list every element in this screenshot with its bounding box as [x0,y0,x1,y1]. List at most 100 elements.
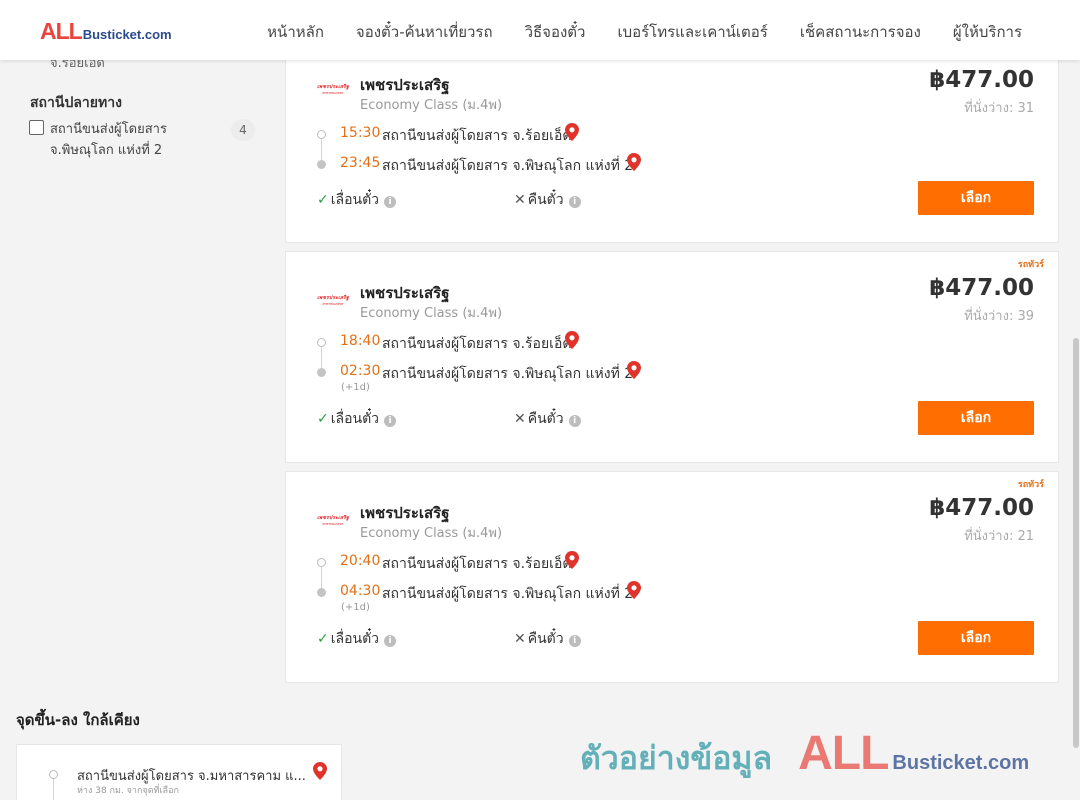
page-scrollbar[interactable] [1072,60,1080,800]
bus-class: Economy Class (ม.4พ) [360,306,503,321]
info-icon[interactable]: i [568,635,581,647]
site-logo[interactable]: ALL Busticket.com [40,18,172,45]
ticket-price: ฿477.00 [929,495,1034,521]
refund-ticket-feature: ✕ คืนตั๋ว i [514,408,581,430]
change-ticket-label: เลื่อนตั๋ว [330,411,380,427]
bus-class: Economy Class (ม.4พ) [360,526,503,541]
arrival-station: สถานีขนส่งผู้โดยสาร จ.พิษณุโลก แห่งที่ 2 [382,586,634,602]
watermark-logo-all: ALL [798,727,889,780]
scrollbar-thumb[interactable] [1073,338,1079,748]
map-pin-icon[interactable] [565,123,579,141]
map-pin-icon[interactable] [313,762,327,780]
nearby-stops-title: จุดขึ้น-ลง ใกล้เคียง [16,711,140,729]
route-timeline-line [321,347,322,369]
sample-data-watermark: ตัวอย่างข้อมูล ALL Busticket.com [580,726,1029,784]
departure-dot [317,130,326,139]
route-timeline-line [321,567,322,589]
logo-all-text: ALL [40,18,83,44]
cross-icon: ✕ [514,411,526,427]
destination-option-label[interactable]: สถานีขนส่งผู้โดยสาร จ.พิษณุโลก แห่งที่ 2 [50,119,220,161]
destination-option-count: 4 [231,119,255,141]
nav-home[interactable]: หน้าหลัก [267,20,324,44]
nearby-stop-line [53,779,54,800]
check-icon: ✓ [317,411,329,427]
map-pin-icon[interactable] [565,331,579,349]
departure-time: 15:30 [340,125,381,141]
nav-book-search[interactable]: จองตั๋ว-ค้นหาเที่ยวรถ [356,20,493,44]
departure-dot [317,338,326,347]
main-nav: หน้าหลัก จองตั๋ว-ค้นหาเที่ยวรถ วิธีจองตั… [235,20,1022,44]
route-timeline-line [321,139,322,161]
operator-logo-text: เพชรประเสริฐ [316,84,350,90]
nav-how-to-book[interactable]: วิธีจองตั๋ว [525,20,586,44]
bus-class: Economy Class (ม.4พ) [360,98,503,113]
map-pin-icon[interactable] [627,361,641,379]
ticket-price: ฿477.00 [929,67,1034,93]
seats-available: ที่นั่งว่าง: 39 [964,309,1034,324]
refund-ticket-feature: ✕ คืนตั๋ว i [514,628,581,650]
arrival-dot [317,588,326,597]
operator-logo-subtext: PHETPRASERT [322,91,344,95]
map-pin-icon[interactable] [565,551,579,569]
departure-dot [317,558,326,567]
seats-available: ที่นั่งว่าง: 31 [964,101,1034,116]
change-ticket-feature: ✓ เลื่อนตั๋ว i [317,189,397,211]
destination-checkbox[interactable] [29,120,44,135]
watermark-logo-rest: Busticket.com [892,752,1030,774]
refund-ticket-label: คืนตั๋ว [527,192,564,208]
nearby-stop-distance: ห่าง 38 กม. จากจุดที่เลือก [77,786,179,796]
destination-filter-title: สถานีปลายทาง [30,95,122,111]
change-ticket-label: เลื่อนตั๋ว [330,631,380,647]
info-icon[interactable]: i [568,196,581,208]
select-trip-button[interactable]: เลือก [918,401,1034,435]
next-day-indicator: (+1d) [341,602,370,613]
departure-station: สถานีขนส่งผู้โดยสาร จ.ร้อยเอ็ด [382,336,572,352]
operator-logo-text: เพชรประเสริฐ [316,295,350,301]
next-day-indicator: (+1d) [341,382,370,393]
nav-operators[interactable]: ผู้ให้บริการ [953,20,1022,44]
info-icon[interactable]: i [384,415,397,427]
departure-time: 18:40 [340,333,381,349]
info-icon[interactable]: i [384,635,397,647]
operator-logo: เพชรประเสริฐ PHETPRASERT [314,514,352,526]
arrival-time: 23:45 [340,155,381,171]
map-pin-icon[interactable] [627,153,641,171]
operator-logo-text: เพชรประเสริฐ [316,515,350,521]
check-icon: ✓ [317,192,329,208]
select-trip-button[interactable]: เลือก [918,621,1034,655]
seats-available: ที่นั่งว่าง: 21 [964,529,1034,544]
watermark-text: ตัวอย่างข้อมูล [580,739,773,777]
select-trip-button[interactable]: เลือก [918,181,1034,215]
change-ticket-feature: ✓ เลื่อนตั๋ว i [317,408,397,430]
arrival-station: สถานีขนส่งผู้โดยสาร จ.พิษณุโลก แห่งที่ 2 [382,366,634,382]
refund-ticket-feature: ✕ คืนตั๋ว i [514,189,581,211]
trip-card: รถทัวร์ เพชรประเสริฐ PHETPRASERT เพชรประ… [285,471,1059,683]
logo-busticket-text: Busticket.com [82,27,172,42]
arrival-station: สถานีขนส่งผู้โดยสาร จ.พิษณุโลก แห่งที่ 2 [382,158,634,174]
change-ticket-label: เลื่อนตั๋ว [330,192,380,208]
arrival-dot [317,160,326,169]
nearby-stop-dot [49,770,58,779]
info-icon[interactable]: i [384,196,397,208]
cross-icon: ✕ [514,631,526,647]
arrival-time: 02:30 [340,363,381,379]
info-icon[interactable]: i [568,415,581,427]
departure-time: 20:40 [340,553,381,569]
arrival-dot [317,368,326,377]
nav-phone-counters[interactable]: เบอร์โทรและเคาน์เตอร์ [617,20,767,44]
coach-type-tag: รถทัวร์ [1017,260,1044,270]
trip-card: เพชรประเสริฐ PHETPRASERT เพชรประเสริฐ Ec… [285,52,1059,243]
refund-ticket-label: คืนตั๋ว [527,631,564,647]
operator-logo-subtext: PHETPRASERT [322,522,344,526]
departure-station: สถานีขนส่งผู้โดยสาร จ.ร้อยเอ็ด [382,556,572,572]
arrival-time: 04:30 [340,583,381,599]
check-icon: ✓ [317,631,329,647]
coach-type-tag: รถทัวร์ [1017,480,1044,490]
nav-check-booking[interactable]: เช็คสถานะการจอง [800,20,921,44]
departure-station: สถานีขนส่งผู้โดยสาร จ.ร้อยเอ็ด [382,128,572,144]
ticket-price: ฿477.00 [929,275,1034,301]
map-pin-icon[interactable] [627,581,641,599]
nearby-stop-item[interactable]: สถานีขนส่งผู้โดยสาร จ.มหาสารคาม แ... ห่า… [16,744,342,800]
cross-icon: ✕ [514,192,526,208]
refund-ticket-label: คืนตั๋ว [527,411,564,427]
